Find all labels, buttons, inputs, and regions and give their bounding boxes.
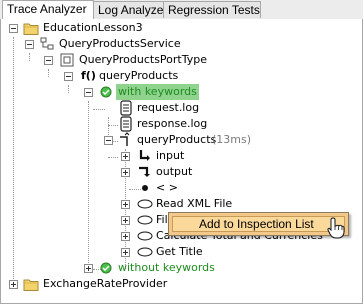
- tree-item-request-log[interactable]: request.log: [137, 100, 199, 116]
- expand-toggle[interactable]: [9, 280, 18, 289]
- service-icon: [40, 37, 54, 50]
- keyword-filter-icon: [100, 262, 112, 274]
- tree-item-read-xml[interactable]: Read XML File: [156, 196, 232, 212]
- tab-trace-analyzer[interactable]: Trace Analyzer: [2, 0, 94, 19]
- collapse-toggle[interactable]: [64, 72, 73, 81]
- tree-item-call[interactable]: queryProducts: [137, 132, 216, 148]
- tree-item-output[interactable]: output: [156, 164, 192, 180]
- tree-item-element[interactable]: < >: [156, 180, 178, 196]
- log-file-icon: [120, 116, 132, 132]
- function-icon: f(): [81, 69, 96, 82]
- hand-cursor-icon: [327, 217, 345, 239]
- trace-tree[interactable]: EducationLesson3 QueryProductsService Qu…: [0, 19, 363, 304]
- port-type-icon: [60, 53, 74, 67]
- tree-item-filter[interactable]: Fil: [156, 212, 168, 228]
- expand-toggle[interactable]: [121, 200, 130, 209]
- tree-item-without-keywords[interactable]: without keywords: [118, 260, 215, 276]
- tab-bar: Trace Analyzer Log Analyzer Regression T…: [0, 0, 363, 20]
- tree-item-input[interactable]: input: [156, 148, 184, 164]
- step-oval-icon: [137, 231, 153, 241]
- tree-item-port-type[interactable]: QueryProductsPortType: [79, 52, 207, 68]
- tree-item-operation[interactable]: queryProducts: [99, 68, 178, 84]
- step-oval-icon: [137, 247, 153, 257]
- collapse-toggle[interactable]: [44, 56, 53, 65]
- collapse-toggle[interactable]: [25, 40, 34, 49]
- output-arrow-icon: [139, 166, 150, 177]
- tree-item-with-keywords[interactable]: with keywords: [116, 84, 199, 100]
- folder-icon: [23, 279, 39, 291]
- tab-regression-tests[interactable]: Regression Tests: [163, 1, 261, 18]
- step-oval-icon: [137, 215, 153, 225]
- collapse-toggle[interactable]: [104, 136, 113, 145]
- expand-toggle[interactable]: [121, 168, 130, 177]
- expand-toggle[interactable]: [121, 152, 130, 161]
- collapse-toggle[interactable]: [9, 24, 18, 33]
- tree-item-exchange[interactable]: ExchangeRateProvider: [43, 276, 167, 292]
- folder-icon: [23, 23, 39, 35]
- tab-log-analyzer[interactable]: Log Analyzer: [93, 1, 167, 18]
- expand-toggle[interactable]: [121, 248, 130, 257]
- tree-item-get-title[interactable]: Get Title: [156, 244, 203, 260]
- tree-item-project[interactable]: EducationLesson3: [43, 20, 143, 36]
- call-duration: (13ms): [212, 133, 252, 146]
- expand-toggle[interactable]: [121, 232, 130, 241]
- log-file-icon: [120, 100, 132, 116]
- expand-toggle[interactable]: [121, 216, 130, 225]
- keyword-filter-icon: [100, 86, 112, 98]
- add-to-inspection-list-item[interactable]: Add to Inspection List: [172, 216, 345, 232]
- expand-toggle[interactable]: [84, 264, 93, 273]
- collapse-toggle[interactable]: [84, 88, 93, 97]
- input-arrow-icon: [139, 150, 150, 161]
- tree-item-service[interactable]: QueryProductsService: [59, 36, 181, 52]
- element-dot-icon: [142, 185, 148, 191]
- context-menu: Add to Inspection List: [168, 212, 349, 236]
- step-oval-icon: [137, 199, 153, 209]
- tree-item-response-log[interactable]: response.log: [137, 116, 207, 132]
- call-icon: [120, 132, 130, 146]
